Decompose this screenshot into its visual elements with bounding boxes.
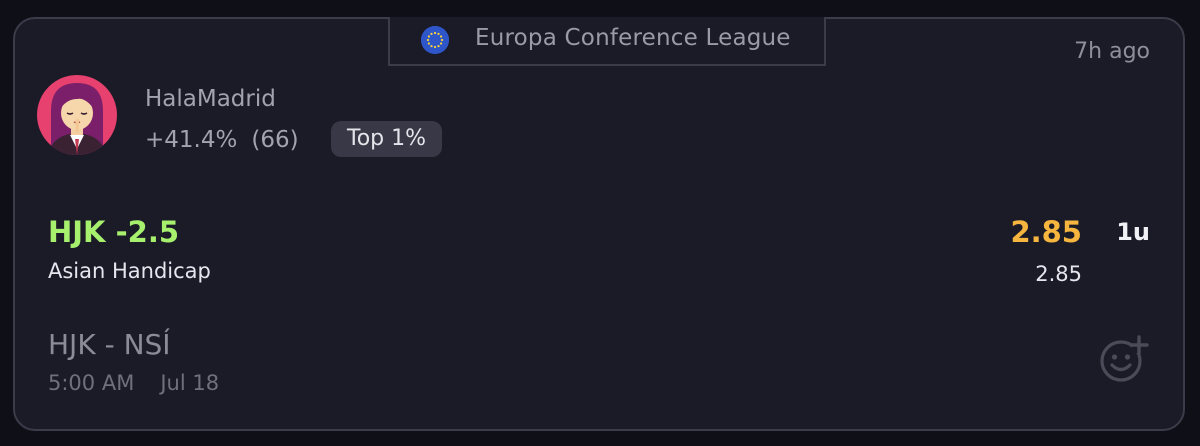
match-kickoff: 5:00 AM Jul 18 bbox=[48, 371, 219, 395]
league-name[interactable]: Europa Conference League bbox=[475, 25, 791, 51]
bet-market: Asian Handicap bbox=[48, 259, 211, 283]
add-reaction-icon[interactable] bbox=[1099, 333, 1149, 383]
username[interactable]: HalaMadrid bbox=[145, 86, 276, 112]
bet-stake: 1u bbox=[1116, 218, 1150, 246]
post-time-ago: 7h ago bbox=[1074, 39, 1150, 64]
bet-pick: HJK -2.5 bbox=[48, 215, 180, 249]
eu-flag-icon bbox=[421, 26, 449, 54]
user-roi: +41.4% bbox=[145, 127, 238, 153]
bet-odds-current: 2.85 bbox=[1035, 262, 1082, 286]
league-tab[interactable]: Europa Conference League bbox=[388, 17, 826, 66]
avatar[interactable] bbox=[37, 75, 117, 155]
match-time: 5:00 AM bbox=[48, 371, 135, 395]
avatar-icon bbox=[37, 75, 117, 155]
user-pick-count: (66) bbox=[251, 127, 299, 153]
match-teams[interactable]: HJK - NSÍ bbox=[48, 328, 171, 361]
bet-card[interactable]: Europa Conference League 7h ago HalaMadr… bbox=[13, 17, 1185, 431]
match-date: Jul 18 bbox=[160, 371, 220, 395]
user-stats: +41.4% (66) bbox=[145, 127, 299, 153]
rank-badge: Top 1% bbox=[331, 121, 443, 157]
bet-odds: 2.85 bbox=[1010, 215, 1082, 249]
